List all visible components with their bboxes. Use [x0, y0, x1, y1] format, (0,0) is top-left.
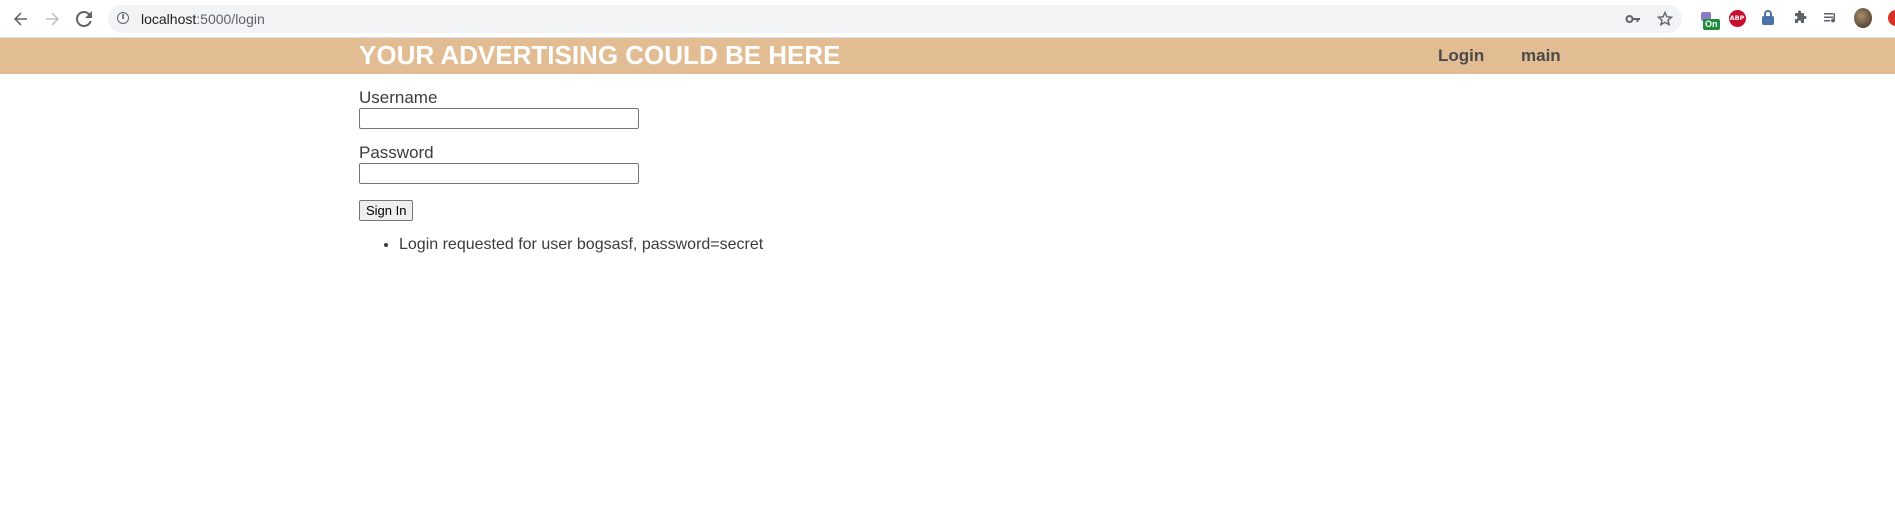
- sign-in-button[interactable]: Sign In: [359, 200, 414, 221]
- password-key-icon[interactable]: [1624, 10, 1642, 28]
- adblock-icon[interactable]: ABP: [1728, 9, 1746, 27]
- back-arrow-icon[interactable]: [9, 8, 33, 30]
- extension-on-icon[interactable]: On: [1697, 9, 1720, 30]
- forward-arrow-icon[interactable]: [40, 8, 64, 30]
- site-title: YOUR ADVERTISING COULD BE HERE: [359, 40, 841, 70]
- update-indicator-icon[interactable]: [1888, 10, 1895, 26]
- username-label: Username: [359, 88, 438, 107]
- site-header: YOUR ADVERTISING COULD BE HERE Login mai…: [0, 38, 1895, 74]
- bookmark-star-icon[interactable]: [1656, 10, 1674, 28]
- extension-badge: On: [1703, 19, 1720, 30]
- reload-icon[interactable]: [72, 8, 96, 30]
- media-queue-icon[interactable]: [1822, 9, 1840, 27]
- password-label: Password: [359, 143, 434, 162]
- browser-toolbar: i localhost:5000/login On ABP: [0, 0, 1895, 38]
- password-input[interactable]: [359, 163, 639, 184]
- adblock-label: ABP: [1728, 9, 1746, 27]
- flash-message: Login requested for user bogsasf, passwo…: [399, 235, 763, 255]
- site-info-icon[interactable]: i: [117, 12, 129, 24]
- profile-avatar-icon[interactable]: [1854, 8, 1872, 28]
- lock-extension-icon[interactable]: [1759, 9, 1777, 27]
- address-bar[interactable]: i localhost:5000/login: [108, 5, 1682, 33]
- puzzle-extensions-icon[interactable]: [1791, 9, 1809, 27]
- flash-messages: Login requested for user bogsasf, passwo…: [359, 235, 763, 255]
- nav-link-main[interactable]: main: [1521, 46, 1561, 66]
- nav-link-login[interactable]: Login: [1438, 46, 1484, 66]
- url-path: :5000/login: [196, 11, 265, 27]
- username-input[interactable]: [359, 108, 639, 129]
- url-text[interactable]: localhost:5000/login: [141, 11, 265, 27]
- url-host: localhost: [141, 11, 197, 27]
